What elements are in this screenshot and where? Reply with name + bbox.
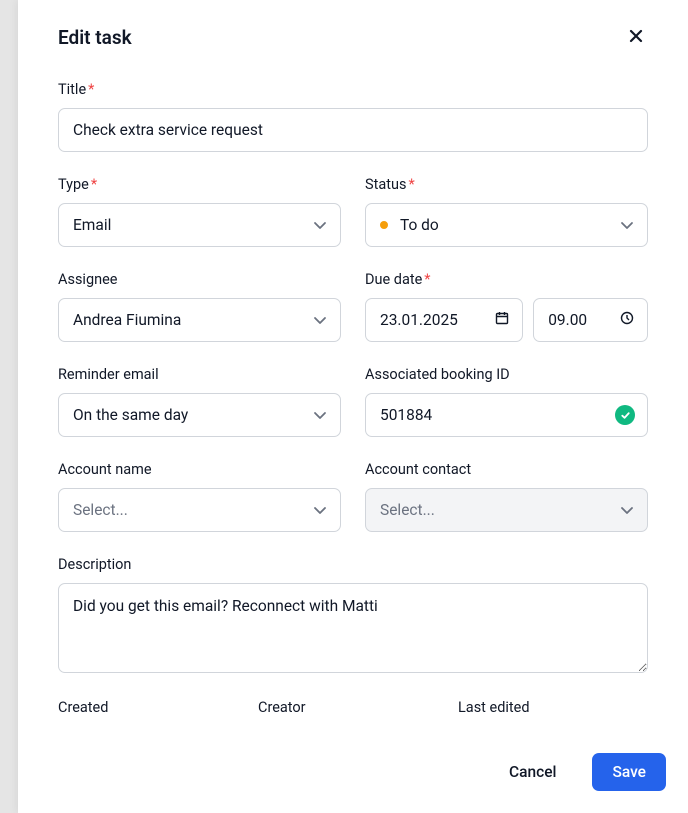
created-label: Created — [58, 699, 248, 716]
close-button[interactable] — [624, 24, 648, 51]
account-contact-group: Account contact Select... — [365, 461, 648, 532]
account-contact-label: Account contact — [365, 461, 648, 478]
description-textarea[interactable] — [58, 583, 648, 673]
account-contact-select[interactable]: Select... — [365, 488, 648, 532]
type-label: Type* — [58, 176, 341, 193]
booking-id-group: Associated booking ID 501884 — [365, 366, 648, 437]
assignee-label: Assignee — [58, 271, 341, 288]
edit-task-modal: Edit task Title* Type* Email — [18, 0, 688, 813]
clock-icon — [619, 310, 635, 330]
save-button[interactable]: Save — [592, 753, 666, 791]
account-name-group: Account name Select... — [58, 461, 341, 532]
reminder-value: On the same day — [73, 406, 300, 424]
due-date-label: Due date* — [365, 271, 648, 288]
assignee-value: Andrea Fiumina — [73, 311, 300, 329]
modal-body: Title* Type* Email Status* To do — [18, 61, 688, 735]
account-contact-placeholder: Select... — [380, 501, 607, 519]
due-date-group: Due date* 23.01.2025 09.00 — [365, 271, 648, 342]
account-name-label: Account name — [58, 461, 341, 478]
account-name-select[interactable]: Select... — [58, 488, 341, 532]
booking-id-value: 501884 — [380, 406, 432, 424]
due-time-value: 09.00 — [548, 311, 587, 329]
close-icon — [628, 28, 644, 47]
due-time-input[interactable]: 09.00 — [533, 298, 648, 342]
due-date-value: 23.01.2025 — [380, 311, 458, 329]
chevron-down-icon — [312, 407, 328, 423]
status-dot-icon — [380, 221, 388, 229]
description-label: Description — [58, 556, 648, 573]
last-edited-label: Last edited — [458, 699, 648, 716]
chevron-down-icon — [619, 217, 635, 233]
assignee-group: Assignee Andrea Fiumina — [58, 271, 341, 342]
check-circle-icon — [615, 405, 635, 425]
chevron-down-icon — [312, 502, 328, 518]
due-date-input[interactable]: 23.01.2025 — [365, 298, 523, 342]
description-group: Description — [58, 556, 648, 673]
modal-footer: Cancel Save — [18, 735, 688, 813]
reminder-select[interactable]: On the same day — [58, 393, 341, 437]
type-value: Email — [73, 216, 300, 234]
booking-id-input[interactable]: 501884 — [365, 393, 648, 437]
calendar-icon — [494, 310, 510, 330]
chevron-down-icon — [312, 312, 328, 328]
status-label: Status* — [365, 176, 648, 193]
status-select[interactable]: To do — [365, 203, 648, 247]
title-group: Title* — [58, 81, 648, 152]
chevron-down-icon — [619, 502, 635, 518]
meta-row: Created Creator Last edited — [58, 699, 648, 716]
type-group: Type* Email — [58, 176, 341, 247]
modal-header: Edit task — [18, 0, 688, 61]
assignee-select[interactable]: Andrea Fiumina — [58, 298, 341, 342]
type-select[interactable]: Email — [58, 203, 341, 247]
cancel-button[interactable]: Cancel — [489, 753, 576, 791]
booking-id-label: Associated booking ID — [365, 366, 648, 383]
reminder-label: Reminder email — [58, 366, 341, 383]
title-input[interactable] — [58, 108, 648, 152]
title-label: Title* — [58, 81, 648, 98]
creator-label: Creator — [258, 699, 448, 716]
modal-title: Edit task — [58, 26, 132, 49]
chevron-down-icon — [312, 217, 328, 233]
account-name-placeholder: Select... — [73, 501, 300, 519]
reminder-group: Reminder email On the same day — [58, 366, 341, 437]
status-value: To do — [400, 216, 607, 234]
status-group: Status* To do — [365, 176, 648, 247]
